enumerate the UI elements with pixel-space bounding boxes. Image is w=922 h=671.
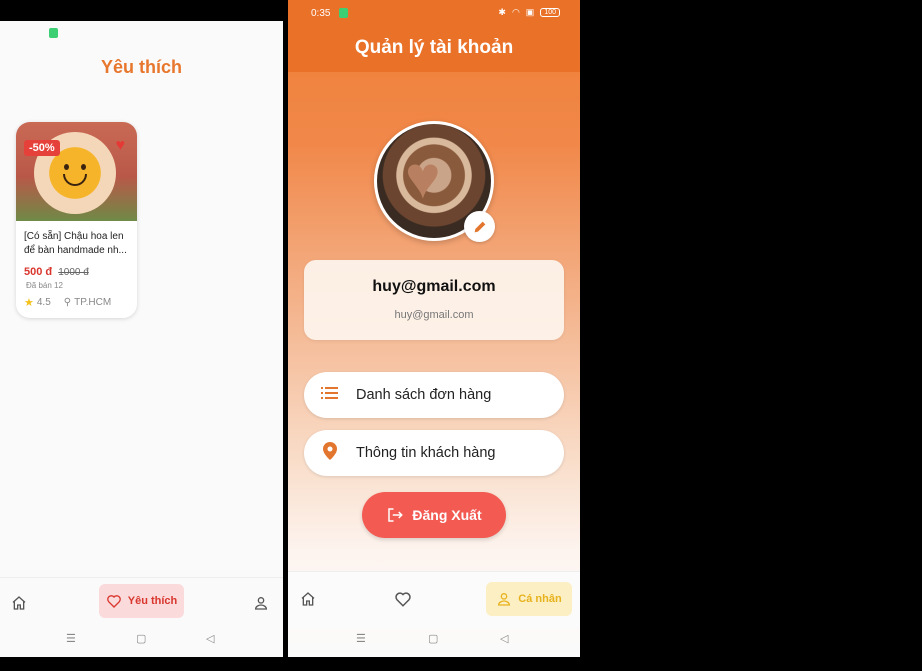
product-price: 500 đ — [24, 266, 53, 278]
page-title: Yêu thích — [100, 57, 182, 77]
heart-icon — [395, 592, 411, 607]
favorites-screen: Yêu thích -50% ♥ [Có sẵn] Chậu hoa len đ… — [0, 21, 283, 657]
order-list-label: Danh sách đơn hàng — [356, 387, 492, 403]
battery-icon: 100 — [540, 8, 560, 17]
user-email: huy@gmail.com — [372, 278, 496, 295]
back-icon[interactable]: ◁ — [206, 632, 214, 645]
customer-info-button[interactable]: Thông tin khách hàng — [304, 430, 564, 476]
order-list-button[interactable]: Danh sách đơn hàng — [304, 372, 564, 418]
list-icon — [304, 386, 356, 405]
bottom-nav: Yêu thích — [0, 577, 283, 635]
customer-info-label: Thông tin khách hàng — [356, 445, 496, 461]
user-info-card: huy@gmail.com huy@gmail.com — [304, 260, 564, 340]
person-icon — [254, 597, 268, 610]
bluetooth-icon: ✱ — [498, 7, 506, 17]
location-pin-icon: ⚲ — [63, 297, 72, 308]
heart-icon — [106, 595, 121, 608]
logout-icon — [388, 508, 404, 522]
system-nav: ☰ ▢ ◁ — [0, 629, 283, 651]
sold-count: Đã bán 12 — [26, 281, 63, 290]
home-square-icon[interactable]: ▢ — [428, 632, 438, 645]
logout-button[interactable]: Đăng Xuất — [362, 492, 506, 538]
product-card[interactable]: -50% ♥ [Có sẵn] Chậu hoa len để bàn hand… — [16, 122, 137, 318]
nav-home[interactable] — [297, 588, 319, 610]
nav-favorites[interactable]: Yêu thích — [99, 584, 184, 618]
nav-favorites-label: Yêu thích — [127, 595, 178, 607]
product-location: TP.HCM — [74, 297, 112, 308]
account-screen: 0:35 ✱ ◠ ▣ 100 Quản lý tài khoản ♥ huy@g… — [288, 0, 580, 657]
status-icons: ✱ ◠ ▣ 100 — [498, 7, 560, 18]
menu-icon[interactable]: ☰ — [356, 632, 366, 645]
nav-favorites[interactable] — [392, 588, 414, 610]
home-icon — [301, 592, 315, 606]
product-name: [Có sẵn] Chậu hoa len để bàn handmade nh… — [24, 231, 127, 256]
person-icon — [498, 593, 511, 606]
star-icon: ★ — [24, 297, 34, 309]
location-pin-icon — [304, 441, 356, 465]
nav-profile[interactable] — [250, 592, 272, 614]
pencil-icon — [474, 221, 485, 232]
signal-icon: ▣ — [525, 7, 535, 17]
bottom-nav: Cá nhân — [288, 571, 580, 629]
user-email-sub: huy@gmail.com — [394, 309, 474, 321]
back-icon[interactable]: ◁ — [500, 632, 508, 645]
menu-icon[interactable]: ☰ — [66, 632, 76, 645]
status-time: 0:35 — [311, 8, 331, 19]
logout-label: Đăng Xuất — [412, 507, 482, 523]
page-title: Quản lý tài khoản — [354, 37, 514, 58]
notification-icon — [339, 8, 348, 18]
product-image: -50% ♥ — [16, 122, 137, 221]
product-old-price: 1000 đ — [58, 267, 89, 278]
nav-profile[interactable]: Cá nhân — [486, 582, 572, 616]
product-rating: 4.5 — [36, 297, 51, 308]
nav-home[interactable] — [8, 592, 30, 614]
notification-icon — [49, 28, 58, 38]
edit-avatar-button[interactable] — [464, 211, 495, 242]
favorite-heart-icon[interactable]: ♥ — [116, 138, 126, 154]
home-square-icon[interactable]: ▢ — [136, 632, 146, 645]
system-nav: ☰ ▢ ◁ — [288, 629, 580, 651]
discount-badge: -50% — [24, 140, 60, 156]
nav-profile-label: Cá nhân — [518, 593, 562, 605]
home-icon — [12, 596, 26, 610]
wifi-icon: ◠ — [511, 7, 520, 17]
heart-image: ♥ — [405, 144, 441, 211]
